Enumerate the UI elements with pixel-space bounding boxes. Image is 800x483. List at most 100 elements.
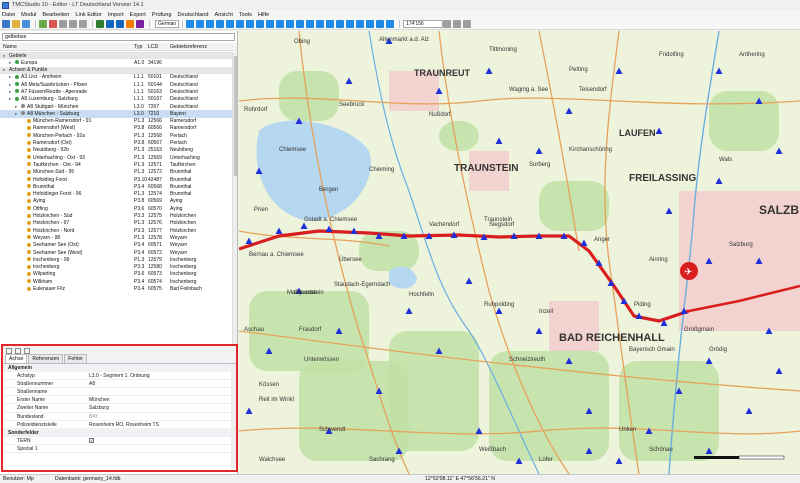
language-select[interactable]: German: [155, 20, 180, 28]
tree-row[interactable]: Irschenberg P3.3 12580 Irschenberg: [0, 264, 237, 271]
tree-row[interactable]: Seehamer See (West) P3.4 60572 Weyarn: [0, 249, 237, 256]
tree-row[interactable]: Wilkham P3.4 60574 Irschenberg: [0, 278, 237, 285]
menu-import[interactable]: Import: [108, 12, 124, 18]
tree-row[interactable]: Ottfing P3.6 60570 Aying: [0, 205, 237, 212]
map-canvas[interactable]: ✈ Obing Altenmarkt a.d. Alz TRAUNREUT Teisen…: [239, 31, 800, 474]
add-icon[interactable]: [39, 20, 47, 28]
menu-hilfe[interactable]: Hilfe: [258, 12, 269, 18]
map-tool-8-icon[interactable]: [256, 20, 265, 28]
tree-row[interactable]: Seehamer See (Ost) P3.4 60571 Weyarn: [0, 242, 237, 249]
menu-deutschland[interactable]: Deutschland: [177, 12, 208, 18]
tree-row[interactable]: ▸ A8 Stuttgart - München L3.0 7207 Deutschla…: [0, 103, 237, 110]
property-value[interactable]: L3.0 - Segment 1. Ordnung: [89, 373, 150, 379]
map-tool-1-icon[interactable]: [186, 20, 195, 28]
copy-icon[interactable]: [69, 20, 77, 28]
property-row[interactable]: Zweiter Name Salzburg: [3, 404, 236, 413]
map-tool-5-icon[interactable]: [226, 20, 235, 28]
cut-icon[interactable]: [59, 20, 67, 28]
tree-row[interactable]: Unterhaching - Ost - 93 P1.3 12569 Unterhac…: [0, 154, 237, 161]
property-value[interactable]: Salzburg: [89, 405, 109, 411]
expand-arrow-icon[interactable]: ▸: [3, 53, 5, 59]
tree-row[interactable]: München-Perlach - 92a P1.3 12568 Perlach: [0, 132, 237, 139]
menu-datei[interactable]: Datei: [2, 12, 15, 18]
sort-alpha-icon[interactable]: [15, 347, 21, 354]
zoom-scale-input[interactable]: 174'156: [403, 20, 444, 28]
expand-arrow-icon[interactable]: ▸: [15, 104, 17, 110]
save-icon[interactable]: [22, 20, 30, 28]
property-value[interactable]: Rosenheim RO, Rosenheim TS: [89, 422, 159, 428]
sort-category-icon[interactable]: [6, 347, 12, 354]
tree-row[interactable]: Hofolding Forst P3.10 42487 Brunnthal: [0, 176, 237, 183]
map-tool-21-icon[interactable]: [386, 20, 395, 28]
zoom-tool-icon[interactable]: [443, 20, 452, 28]
map-tool-18-icon[interactable]: [356, 20, 365, 28]
tree-row[interactable]: Weyarn - 98 P1.3 12578 Weyarn: [0, 234, 237, 241]
pan-tool-icon[interactable]: [453, 20, 462, 28]
tree-row[interactable]: ▸ A7 Füssen/Reutte - Apenrade L1.1 50163 Deu…: [0, 88, 237, 95]
tab-achse[interactable]: Achse: [5, 354, 28, 363]
tab-referenzen[interactable]: Referenzen: [28, 354, 64, 363]
property-value[interactable]: München: [89, 397, 110, 403]
tree-group-row[interactable]: ▸ Gebiete: [0, 52, 237, 60]
tree-row[interactable]: ▸ A3 Linz - Amtheim L1.1 50101 Deutschland: [0, 74, 237, 81]
expand-arrow-icon[interactable]: ▸: [9, 74, 11, 80]
map-tool-3-icon[interactable]: [206, 20, 215, 28]
column-header-typ[interactable]: Typ: [134, 44, 142, 50]
map-tool-15-icon[interactable]: [326, 20, 335, 28]
expand-arrow-icon[interactable]: ▸: [9, 82, 11, 88]
paste-icon[interactable]: [79, 20, 87, 28]
property-row[interactable]: Polizeidienststelle Rosenheim RO, Rosenhe…: [3, 421, 236, 429]
property-row[interactable]: Spezial 1: [3, 445, 236, 454]
tab-fehler[interactable]: Fehler: [64, 354, 87, 363]
tree-row[interactable]: Irschenberg - 99 P1.3 12579 Irschenberg: [0, 256, 237, 263]
tree-row[interactable]: Holzkirchen - 97 P1.3 12576 Holzkirchen: [0, 220, 237, 227]
expand-arrow-icon[interactable]: ▸: [9, 96, 11, 102]
tree-row[interactable]: Ramersdorf (Ost) P3.8 60567 Perlach: [0, 140, 237, 147]
tree-row[interactable]: München-Süd - 95 P1.3 12572 Brunnthal: [0, 169, 237, 176]
tree-row[interactable]: ▸ A8 Luxemburg - Salzburg L1.1 50167 Deutsch…: [0, 96, 237, 103]
new-icon[interactable]: [2, 20, 10, 28]
property-category[interactable]: Allgemein: [3, 364, 236, 373]
tree-row[interactable]: Ramersdorf (West) P3.8 60566 Ramersdorf: [0, 125, 237, 132]
tree-row[interactable]: ▸ A8 München - Salzburg L3.0 7210 Bayern: [0, 110, 237, 118]
map-tool-4-icon[interactable]: [216, 20, 225, 28]
link-icon[interactable]: [136, 20, 144, 28]
map-tool-2-icon[interactable]: [196, 20, 205, 28]
search-icon[interactable]: [116, 20, 124, 28]
map-tool-11-icon[interactable]: [286, 20, 295, 28]
tree-group-row[interactable]: ▸ Achsen & Punkte: [0, 66, 237, 74]
tree-row[interactable]: Neubiberg - 92b P1.3 25163 Neubiberg: [0, 147, 237, 154]
property-value[interactable]: A8: [89, 381, 95, 387]
property-row[interactable]: Straßennummer A8: [3, 380, 236, 389]
expand-arrow-icon[interactable]: ▸: [3, 67, 5, 73]
tree-row[interactable]: Brunnthal P3.4 60568 Brunnthal: [0, 183, 237, 190]
layers-icon[interactable]: [463, 20, 472, 28]
tree-row[interactable]: Taufkirchen - Ost - 94 P1.3 12571 Taufkirch…: [0, 161, 237, 168]
column-header-name[interactable]: Name: [3, 44, 17, 50]
tree-row[interactable]: ▸ A6 Metz/Saarbrücken - Pilsen L1.1 50144 De…: [0, 81, 237, 88]
tree-row[interactable]: München-Ramersdorf - 91 P1.3 12566 Ramersdo…: [0, 118, 237, 125]
flag-icon[interactable]: [126, 20, 134, 28]
map-tool-12-icon[interactable]: [296, 20, 305, 28]
tree-row[interactable]: Holzkirchen - Süd P3.3 12575 Holzkirchen: [0, 213, 237, 220]
map-tool-9-icon[interactable]: [266, 20, 275, 28]
property-row[interactable]: TERN ✓: [3, 437, 236, 445]
menu-export[interactable]: Export: [130, 12, 146, 18]
open-icon[interactable]: [12, 20, 20, 28]
menu-pruefung[interactable]: Prüfung: [152, 12, 172, 18]
map-tool-20-icon[interactable]: [376, 20, 385, 28]
properties-icon[interactable]: [24, 347, 30, 354]
map-tool-19-icon[interactable]: [366, 20, 375, 28]
column-header-lcd[interactable]: LCD: [148, 44, 158, 50]
search-input[interactable]: gelbebse: [2, 33, 235, 41]
map-tool-14-icon[interactable]: [316, 20, 325, 28]
map-tool-16-icon[interactable]: [336, 20, 345, 28]
map-tool-6-icon[interactable]: [236, 20, 245, 28]
property-row[interactable]: Achstyp L3.0 - Segment 1. Ordnung: [3, 372, 236, 381]
property-value[interactable]: BAY: [89, 414, 99, 420]
menu-ansicht[interactable]: Ansicht: [215, 12, 233, 18]
map-tool-10-icon[interactable]: [276, 20, 285, 28]
map-tool-13-icon[interactable]: [306, 20, 315, 28]
column-header-gebiet[interactable]: Gebietsreferenz: [170, 44, 207, 50]
tree-row[interactable]: Wilparting P3.6 60573 Irschenberg: [0, 271, 237, 278]
